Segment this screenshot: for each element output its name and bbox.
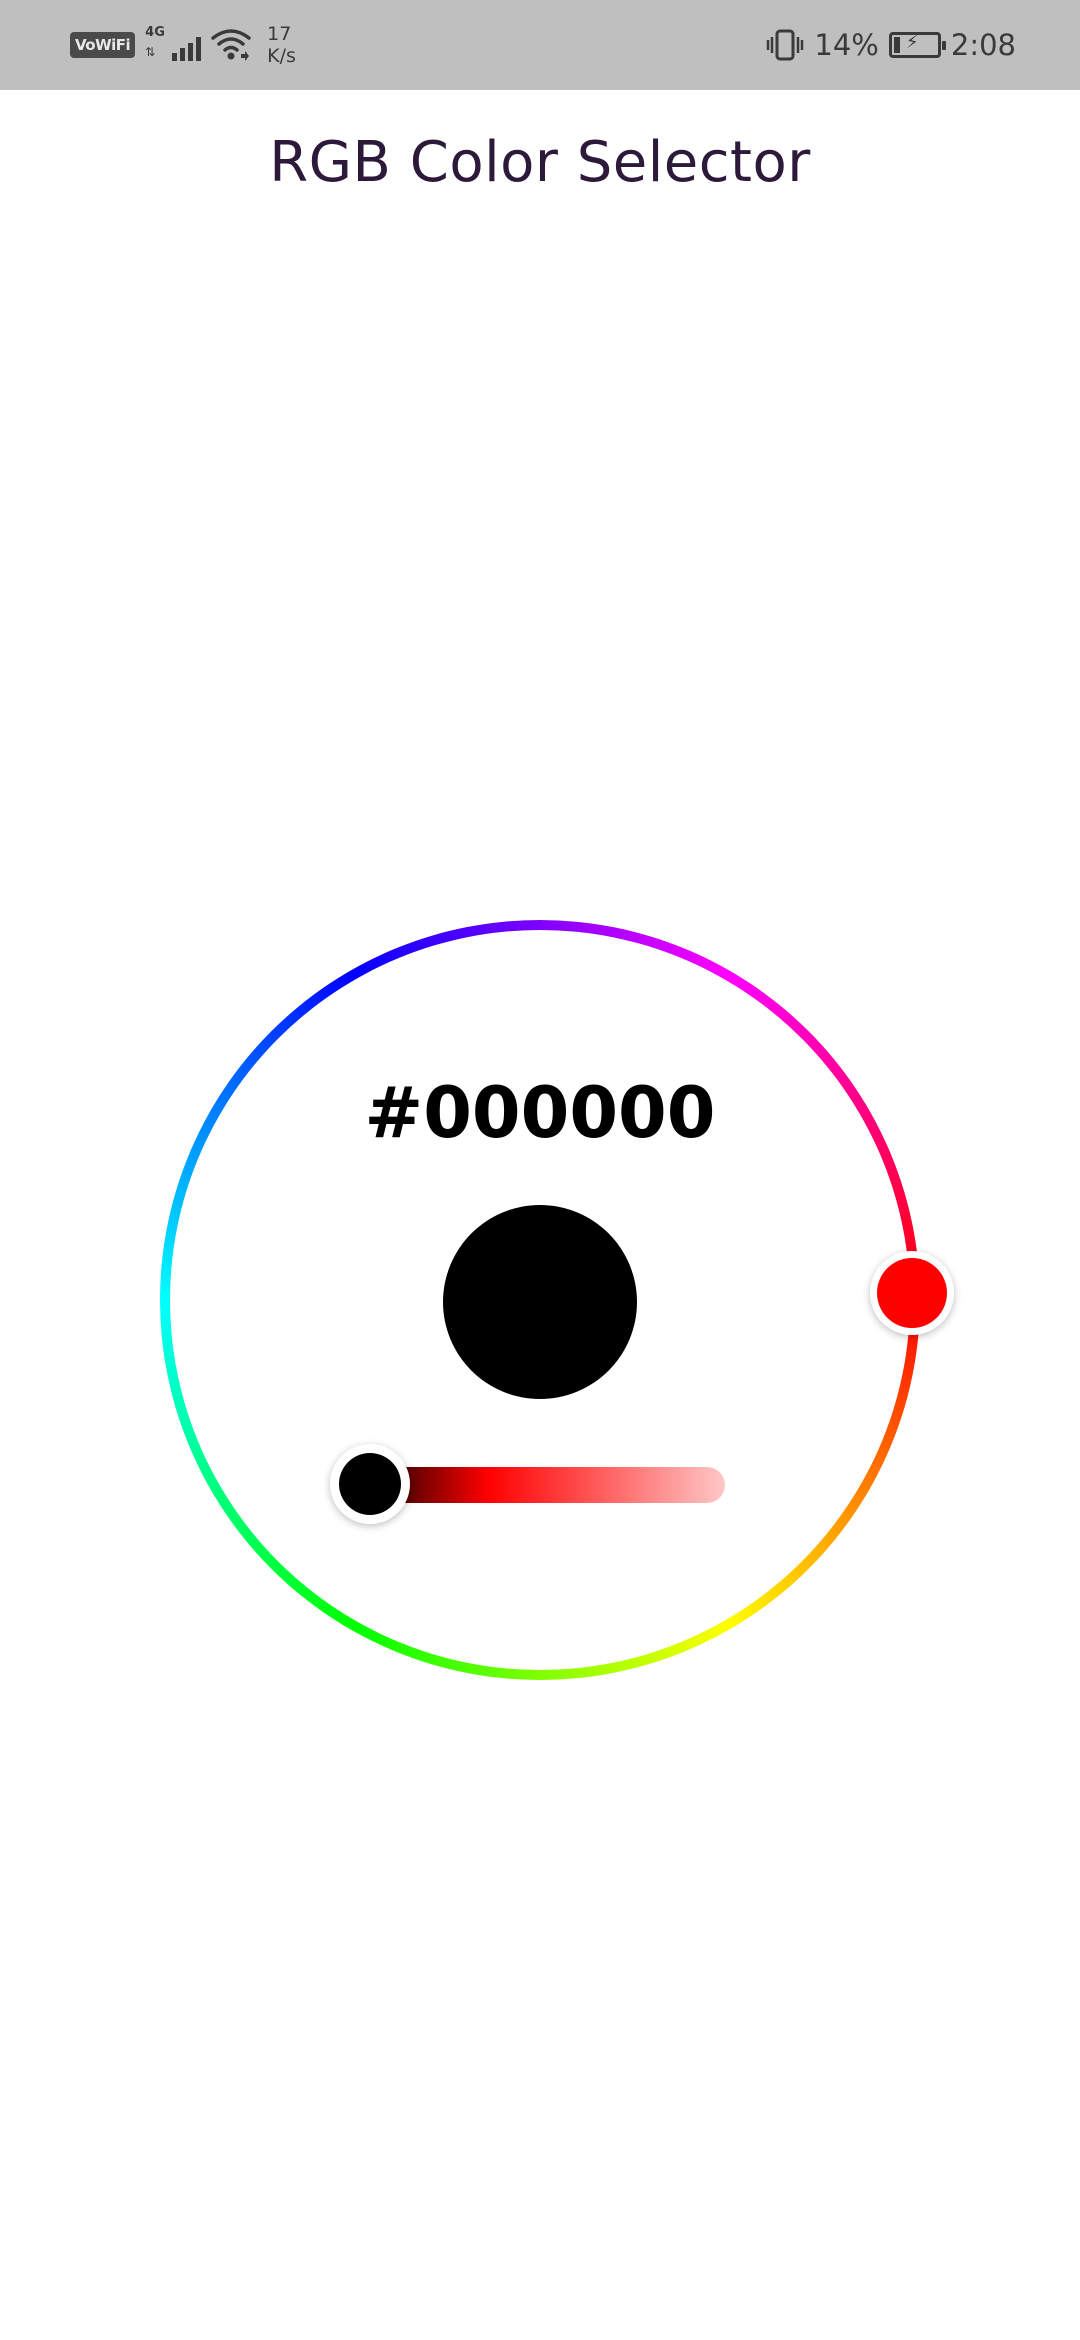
vowifi-icon: VoWiFi bbox=[70, 32, 136, 58]
network-speed: 17 K/s bbox=[267, 23, 296, 67]
hex-value-label: #000000 bbox=[364, 1072, 716, 1154]
battery-charging-icon: ⚡ bbox=[888, 32, 946, 58]
color-preview bbox=[443, 1205, 637, 1399]
network-speed-unit: K/s bbox=[267, 45, 296, 67]
battery-percent: 14% bbox=[814, 28, 879, 62]
app-screen: VoWiFi 4G ⇅ 17 K/s 14% ⚡ 2:08 RGB Color … bbox=[0, 0, 1080, 2340]
signal-bars bbox=[172, 37, 202, 61]
status-bar: VoWiFi 4G ⇅ 17 K/s 14% ⚡ 2:08 bbox=[0, 0, 1080, 90]
hue-selector-thumb[interactable] bbox=[870, 1251, 954, 1335]
cellular-signal-icon: 4G ⇅ bbox=[145, 25, 202, 65]
shade-slider-dot bbox=[339, 1453, 401, 1515]
network-speed-value: 17 bbox=[267, 23, 292, 45]
vibrate-icon bbox=[767, 29, 804, 61]
shade-slider-track[interactable] bbox=[360, 1467, 725, 1503]
data-arrows-icon: ⇅ bbox=[145, 45, 156, 59]
shade-slider-thumb[interactable] bbox=[330, 1444, 410, 1524]
hue-selector-dot bbox=[877, 1258, 947, 1328]
clock: 2:08 bbox=[950, 28, 1016, 62]
wifi-icon bbox=[211, 29, 251, 61]
status-bar-left: VoWiFi 4G ⇅ 17 K/s bbox=[70, 18, 296, 72]
page-title: RGB Color Selector bbox=[269, 130, 811, 195]
network-type-label: 4G bbox=[145, 25, 165, 40]
status-bar-right: 14% ⚡ 2:08 bbox=[766, 20, 1016, 70]
